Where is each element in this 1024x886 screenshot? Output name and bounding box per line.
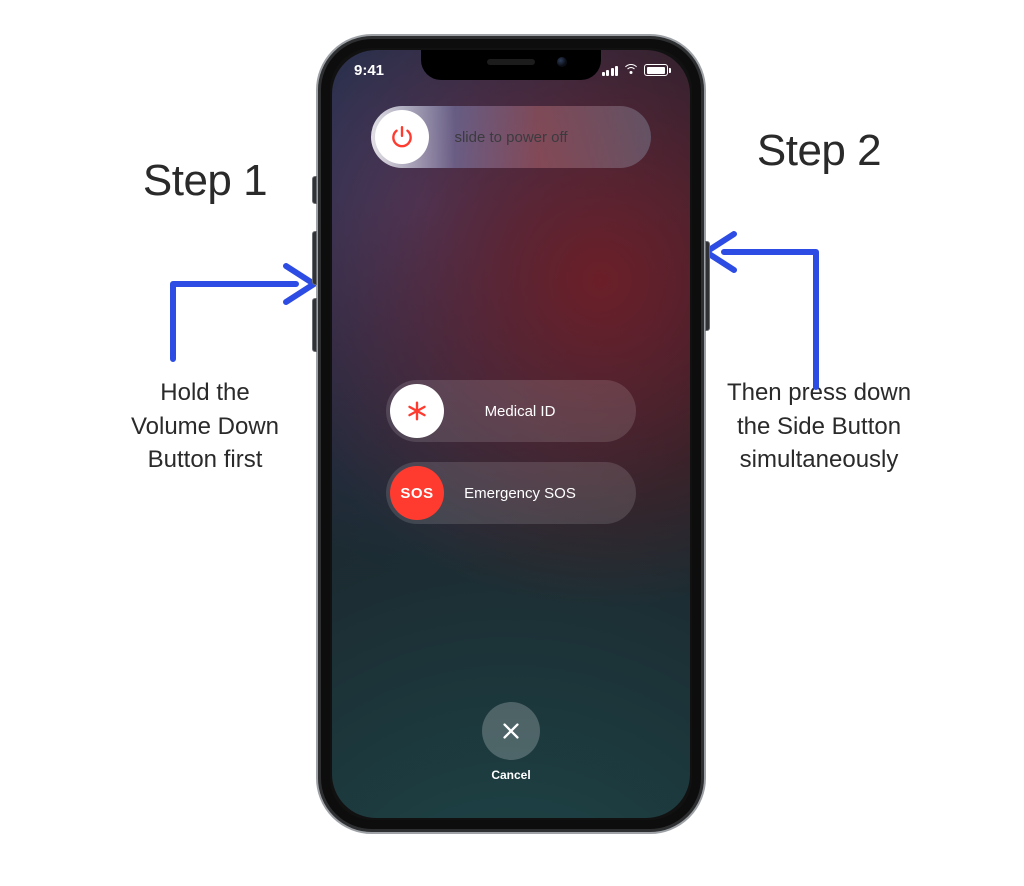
notch: [421, 50, 601, 80]
phone-screen: 9:41 slide to power off: [332, 50, 690, 818]
medical-id-slider[interactable]: Medical ID: [386, 380, 636, 442]
volume-down-button[interactable]: [312, 298, 317, 352]
iphone-frame: 9:41 slide to power off: [316, 34, 706, 834]
cancel-button[interactable]: [482, 702, 540, 760]
power-off-slider[interactable]: slide to power off: [371, 106, 651, 168]
wifi-icon: [623, 64, 639, 76]
power-off-handle[interactable]: [375, 110, 429, 164]
asterisk-icon: [406, 400, 428, 422]
medical-id-handle[interactable]: [390, 384, 444, 438]
volume-up-button[interactable]: [312, 231, 317, 285]
speaker-grille: [487, 59, 535, 65]
battery-icon: [644, 64, 668, 76]
side-button[interactable]: [705, 241, 710, 331]
front-camera-icon: [557, 57, 567, 67]
emergency-sos-handle[interactable]: SOS: [390, 466, 444, 520]
power-icon: [389, 124, 415, 150]
step-1-title: Step 1: [100, 156, 310, 206]
cellular-signal-icon: [602, 65, 619, 76]
cancel-area: Cancel: [482, 702, 540, 782]
emergency-sos-slider[interactable]: SOS Emergency SOS: [386, 462, 636, 524]
sos-icon: SOS: [400, 485, 433, 502]
close-icon: [500, 720, 522, 742]
mute-switch[interactable]: [312, 176, 317, 204]
cancel-label: Cancel: [482, 768, 540, 782]
step-1-body: Hold theVolume DownButton first: [100, 376, 310, 477]
status-time: 9:41: [354, 62, 384, 79]
status-indicators: [602, 64, 669, 76]
arrow-right-icon: [694, 192, 824, 392]
step-2-title: Step 2: [704, 126, 934, 176]
